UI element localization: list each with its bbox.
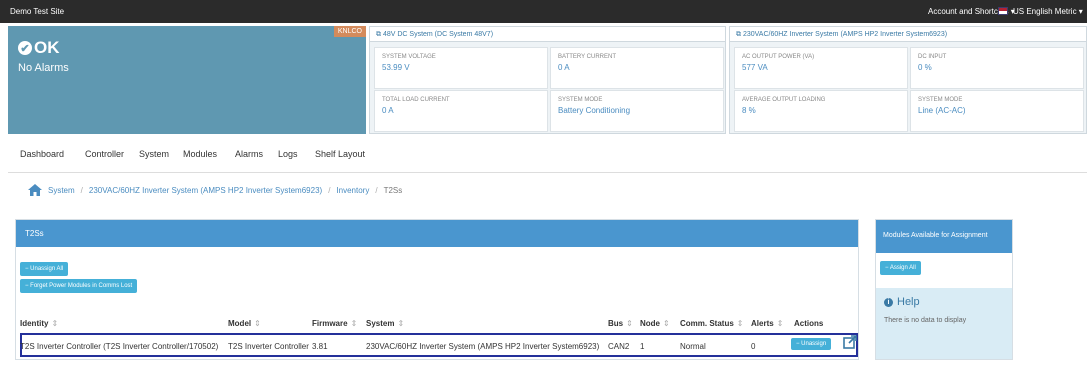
dc-system-mode-cell: SYSTEM MODE Battery Conditioning — [550, 90, 724, 132]
col-model[interactable]: Model ⇕ — [228, 319, 261, 328]
col-actions: Actions — [794, 319, 824, 328]
nav-shelf-layout[interactable]: Shelf Layout — [315, 149, 365, 159]
nav-logs[interactable]: Logs — [278, 149, 298, 159]
col-alerts[interactable]: Alerts ⇕ — [751, 319, 783, 328]
dc-voltage-cell: SYSTEM VOLTAGE 53.99 V — [374, 47, 548, 89]
cell-identity: T2S Inverter Controller (T2S Inverter Co… — [20, 342, 219, 351]
cell-value: 0 A — [558, 63, 570, 72]
nav-system[interactable]: System — [139, 149, 169, 159]
inverter-system-mode-cell: SYSTEM MODE Line (AC-AC) — [910, 90, 1084, 132]
language-menu[interactable]: US English Metric ▾ — [1013, 7, 1083, 16]
col-bus[interactable]: Bus ⇕ — [608, 319, 633, 328]
status-panel: KNLCO ✔ OK No Alarms — [8, 26, 366, 134]
cell-label: DC INPUT — [918, 54, 947, 60]
dc-input-cell: DC INPUT 0 % — [910, 47, 1084, 89]
external-link-icon[interactable] — [843, 335, 857, 349]
dc-load-current-cell: TOTAL LOAD CURRENT 0 A — [374, 90, 548, 132]
cell-label: SYSTEM VOLTAGE — [382, 54, 436, 60]
modules-available-panel: Modules Available for Assignment − Assig… — [875, 219, 1013, 360]
modules-available-title: Modules Available for Assignment — [876, 220, 1012, 253]
unassign-all-button[interactable]: − Unassign All — [20, 262, 69, 276]
cell-firmware: 3.81 — [312, 342, 328, 351]
breadcrumb-inverter-system[interactable]: 230VAC/60HZ Inverter System (AMPS HP2 In… — [89, 186, 322, 195]
dc-battery-current-cell: BATTERY CURRENT 0 A — [550, 47, 724, 89]
cell-value: Line (AC-AC) — [918, 106, 966, 115]
col-comm-status[interactable]: Comm. Status ⇕ — [680, 319, 744, 328]
help-title-text: Help — [897, 296, 920, 308]
dc-system-title[interactable]: ⧉ 48V DC System (DC System 48V7) — [370, 27, 725, 42]
home-icon[interactable] — [28, 184, 42, 196]
breadcrumb-separator: / — [375, 185, 378, 195]
cell-node: 1 — [640, 342, 645, 351]
top-bar: Demo Test Site Account and Shortcuts ▾ U… — [0, 0, 1087, 23]
help-title: i Help — [884, 296, 1004, 308]
cell-label: AVERAGE OUTPUT LOADING — [742, 97, 826, 103]
status-state: OK — [34, 38, 60, 57]
col-identity[interactable]: Identity ⇕ — [20, 319, 58, 328]
breadcrumb-separator: / — [80, 185, 83, 195]
col-system[interactable]: System ⇕ — [366, 319, 404, 328]
inverter-system-panel: ⧉ 230VAC/60HZ Inverter System (AMPS HP2 … — [729, 26, 1087, 134]
cell-label: BATTERY CURRENT — [558, 54, 617, 60]
cell-label: TOTAL LOAD CURRENT — [382, 97, 450, 103]
cell-value: 53.99 V — [382, 63, 410, 72]
inverter-system-title[interactable]: ⧉ 230VAC/60HZ Inverter System (AMPS HP2 … — [730, 27, 1086, 42]
breadcrumb: System / 230VAC/60HZ Inverter System (AM… — [28, 184, 402, 196]
breadcrumb-current: T2Ss — [383, 185, 403, 195]
cell-system: 230VAC/60HZ Inverter System (AMPS HP2 In… — [366, 342, 600, 351]
main-nav: Dashboard Controller System Modules Alar… — [8, 137, 1087, 173]
help-text: There is no data to display — [884, 317, 967, 324]
ac-output-power-cell: AC OUTPUT POWER (VA) 577 VA — [734, 47, 908, 89]
cell-value: 577 VA — [742, 63, 768, 72]
breadcrumb-separator: / — [328, 185, 331, 195]
cell-comm-status: Normal — [680, 342, 706, 351]
us-flag-icon — [998, 7, 1008, 15]
info-icon: i — [884, 297, 893, 307]
forget-power-modules-button[interactable]: − Forget Power Modules in Comms Lost — [20, 279, 138, 293]
cell-value: Battery Conditioning — [558, 106, 631, 115]
cell-label: SYSTEM MODE — [918, 97, 963, 103]
t2s-panel: T2Ss − Unassign All − Forget Power Modul… — [15, 219, 859, 360]
dc-system-panel: ⧉ 48V DC System (DC System 48V7) SYSTEM … — [369, 26, 726, 134]
assign-all-button[interactable]: − Assign All — [880, 261, 921, 275]
cell-label: SYSTEM MODE — [558, 97, 603, 103]
status-ok: ✔ OK — [18, 38, 60, 58]
nav-dashboard[interactable]: Dashboard — [20, 149, 64, 159]
unassign-button[interactable]: − Unassign — [791, 338, 832, 350]
cell-value: 0 A — [382, 106, 394, 115]
breadcrumb-inventory[interactable]: Inventory — [336, 186, 369, 195]
help-box: i Help There is no data to display — [876, 288, 1012, 359]
status-tag: KNLCO — [333, 26, 366, 37]
t2s-panel-title: T2Ss — [16, 220, 858, 247]
avg-output-loading-cell: AVERAGE OUTPUT LOADING 8 % — [734, 90, 908, 132]
cell-model: T2S Inverter Controller — [228, 342, 309, 351]
nav-alarms[interactable]: Alarms — [235, 149, 263, 159]
col-firmware[interactable]: Firmware ⇕ — [312, 319, 357, 328]
cell-value: 8 % — [742, 106, 756, 115]
cell-label: AC OUTPUT POWER (VA) — [742, 54, 815, 60]
check-circle-icon: ✔ — [18, 41, 32, 55]
cell-value: 0 % — [918, 63, 932, 72]
cell-bus: CAN2 — [608, 342, 630, 351]
col-node[interactable]: Node ⇕ — [640, 319, 670, 328]
alarm-summary: No Alarms — [18, 62, 69, 74]
cell-alerts: 0 — [751, 342, 756, 351]
nav-modules[interactable]: Modules — [183, 149, 217, 159]
nav-controller[interactable]: Controller — [85, 149, 124, 159]
breadcrumb-system[interactable]: System — [48, 186, 75, 195]
site-name[interactable]: Demo Test Site — [10, 7, 64, 16]
